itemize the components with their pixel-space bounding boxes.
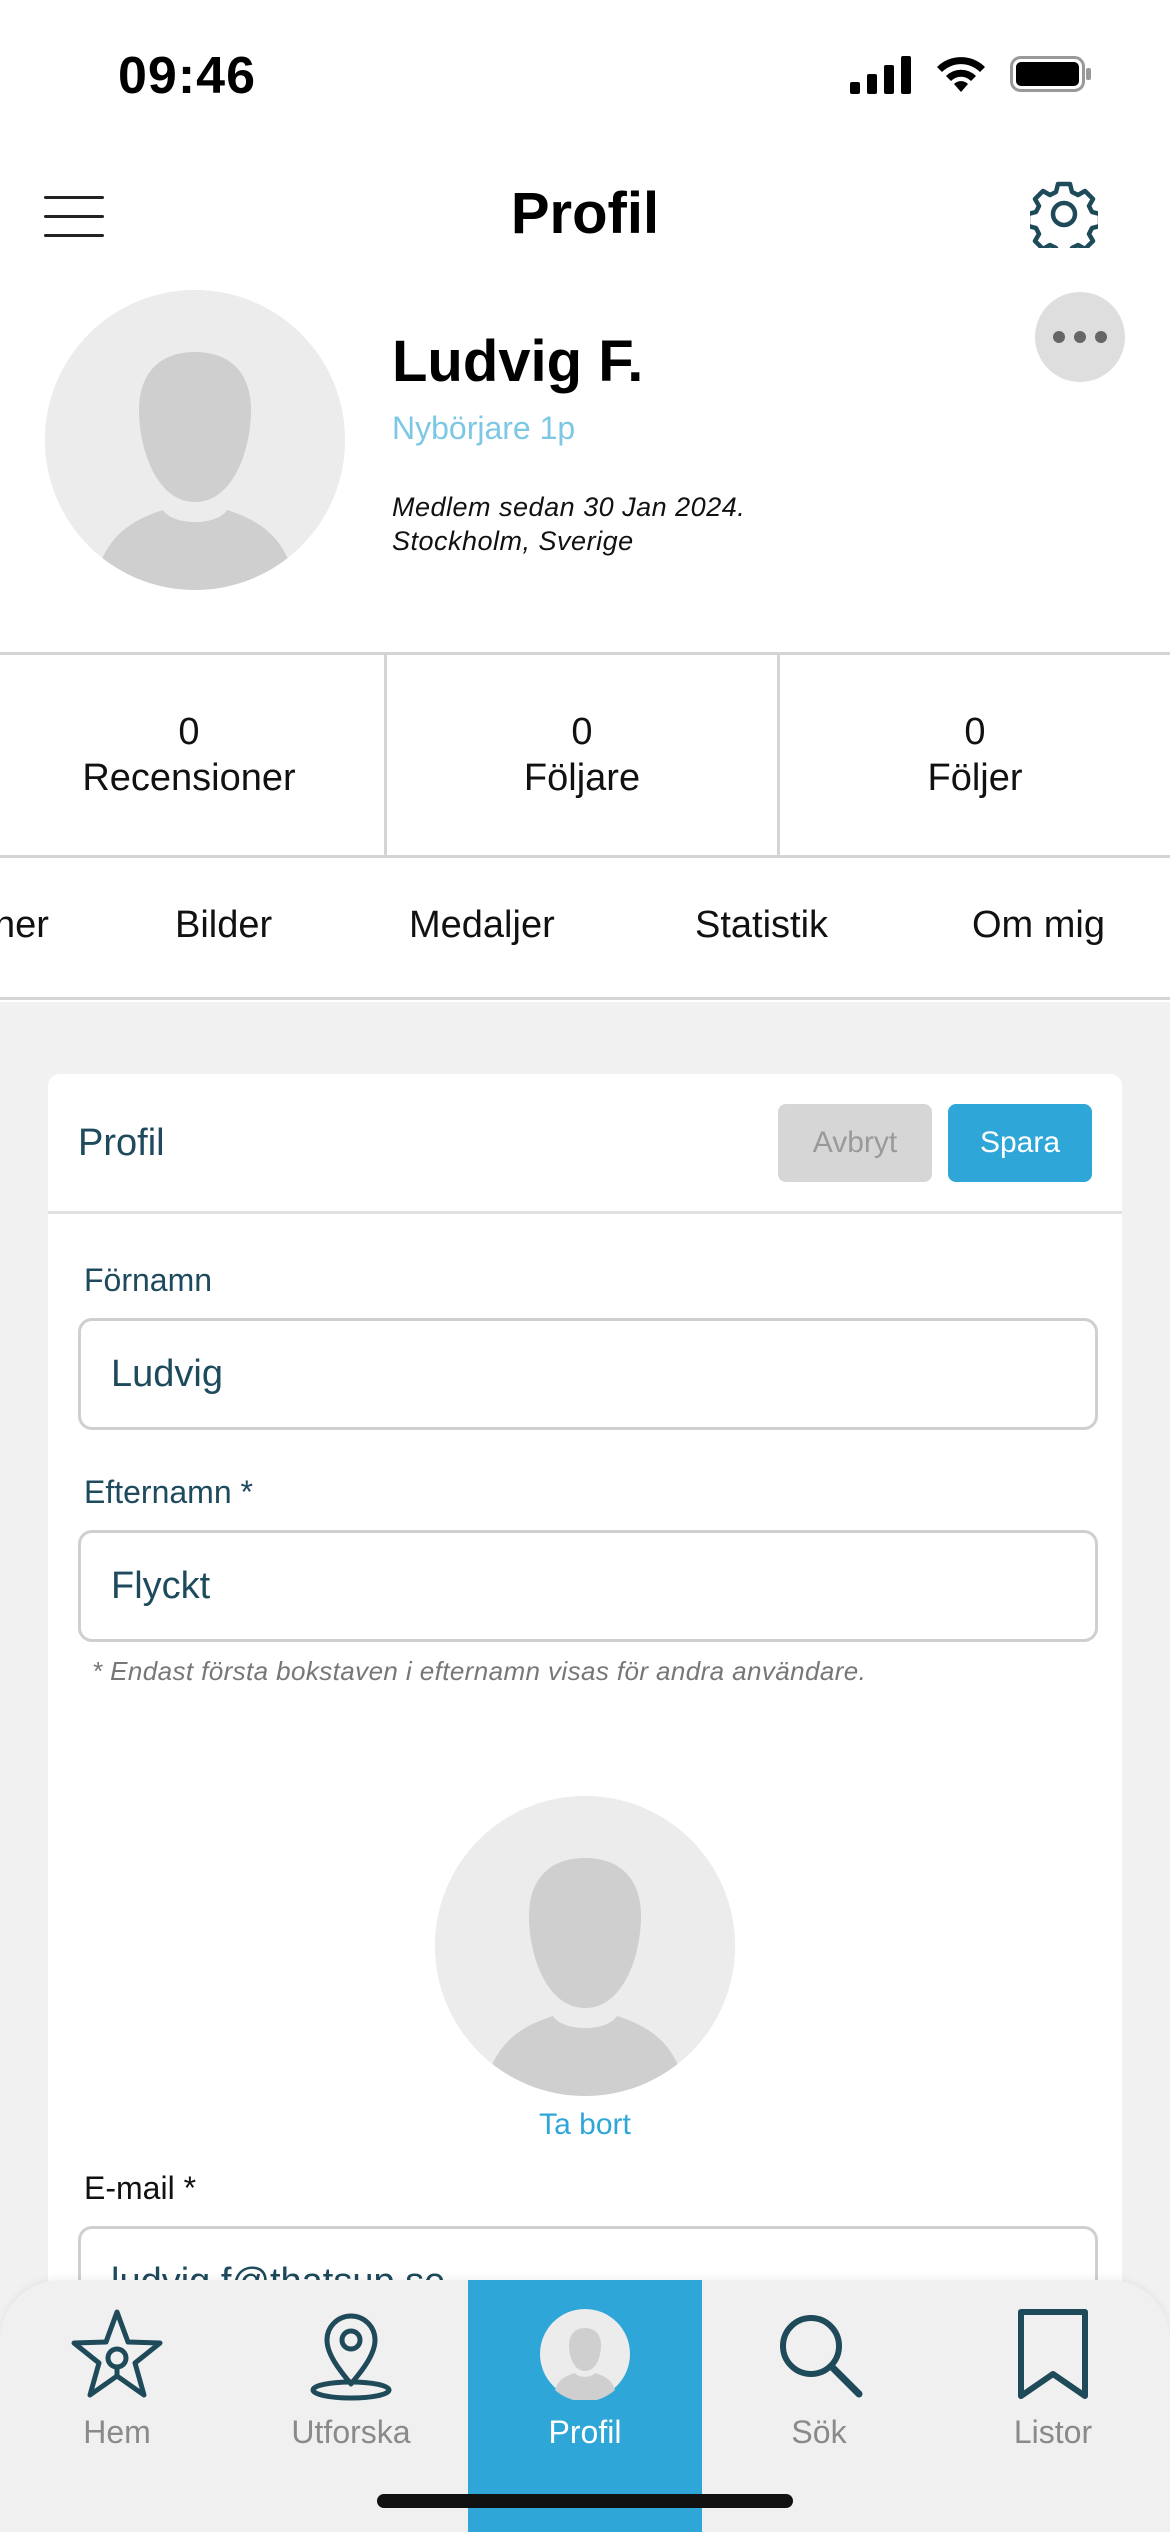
- app-header: Profil: [0, 150, 1170, 280]
- nav-label: Sök: [791, 2414, 847, 2450]
- nav-lists[interactable]: Listor: [936, 2280, 1170, 2532]
- signal-icon: [850, 54, 912, 99]
- tab-statistics[interactable]: Statistik: [695, 904, 828, 947]
- profile-level: Nybörjare 1p: [392, 410, 576, 446]
- more-dots-icon: [1053, 331, 1065, 343]
- nav-label: Utforska: [291, 2414, 411, 2450]
- status-bar: 09:46: [0, 0, 1170, 150]
- nav-label: Listor: [1013, 2414, 1093, 2450]
- last-name-input[interactable]: [78, 1530, 1098, 1642]
- avatar-icon: [535, 2304, 635, 2404]
- more-dot: [1095, 331, 1107, 343]
- search-icon: [769, 2304, 869, 2404]
- nav-home[interactable]: Hem: [0, 2280, 234, 2532]
- save-button[interactable]: Spara: [948, 1104, 1092, 1182]
- map-pin-icon: [301, 2304, 401, 2404]
- more-options-button[interactable]: [1035, 292, 1125, 382]
- bookmark-icon: [1003, 2304, 1103, 2404]
- avatar-placeholder-icon: [435, 1796, 735, 2096]
- tab-pictures[interactable]: Bilder: [175, 904, 272, 947]
- profile-meta: Medlem sedan 30 Jan 2024. Stockholm, Sve…: [392, 490, 745, 558]
- cancel-button[interactable]: Avbryt: [778, 1104, 932, 1182]
- profile-stats: 0 Recensioner 0 Följare 0 Följer: [0, 652, 1170, 858]
- stat-followers[interactable]: 0 Följare: [387, 655, 780, 855]
- home-indicator: [377, 2494, 793, 2508]
- more-dot: [1074, 331, 1086, 343]
- tab-medals[interactable]: Medaljer: [409, 904, 555, 947]
- last-name-label: Efternamn *: [84, 1474, 253, 1510]
- settings-button[interactable]: [1025, 180, 1103, 259]
- wifi-icon: [934, 54, 988, 99]
- status-time: 09:46: [118, 47, 256, 105]
- tab-reviews[interactable]: ner: [0, 904, 49, 947]
- stat-label: Följer: [927, 757, 1023, 799]
- first-name-input[interactable]: [78, 1318, 1098, 1430]
- avatar-placeholder-icon: [45, 290, 345, 590]
- first-name-label: Förnamn: [84, 1262, 213, 1298]
- battery-icon: [1010, 54, 1092, 99]
- member-since: Medlem sedan 30 Jan 2024.: [392, 492, 746, 522]
- profile-photo-preview[interactable]: [435, 1796, 735, 2096]
- profile-name: Ludvig F.: [392, 329, 644, 394]
- nav-label: Profil: [548, 2414, 622, 2450]
- card-title: Profil: [78, 1122, 165, 1164]
- stat-reviews[interactable]: 0 Recensioner: [0, 655, 387, 855]
- gear-icon: [1025, 181, 1103, 259]
- profile-avatar[interactable]: [45, 290, 345, 590]
- stat-count: 0: [571, 711, 593, 753]
- remove-photo-link[interactable]: Ta bort: [48, 2108, 1122, 2142]
- stat-count: 0: [178, 711, 200, 753]
- stat-count: 0: [964, 711, 986, 753]
- last-name-note: * Endast första bokstaven i efternamn vi…: [92, 1656, 867, 1686]
- stat-label: Följare: [523, 757, 641, 799]
- card-header: Profil Avbryt Spara: [48, 1074, 1122, 1214]
- profile-location: Stockholm, Sverige: [392, 526, 634, 556]
- page-title: Profil: [510, 181, 660, 246]
- star-pin-icon: [67, 2304, 167, 2404]
- email-label: E-mail *: [84, 2170, 197, 2206]
- tab-about-me[interactable]: Om mig: [972, 904, 1105, 947]
- stat-label: Recensioner: [82, 757, 296, 799]
- stat-following[interactable]: 0 Följer: [780, 655, 1170, 855]
- profile-tabs: ner Bilder Medaljer Statistik Om mig: [0, 860, 1170, 1000]
- nav-label: Hem: [83, 2414, 151, 2450]
- status-icons: [850, 54, 1092, 99]
